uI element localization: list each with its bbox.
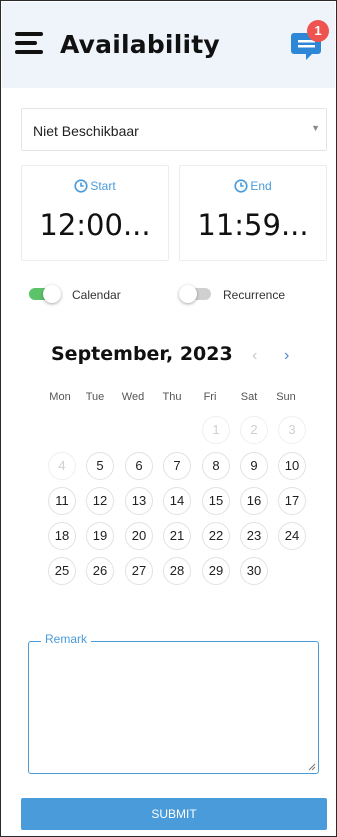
calendar-day[interactable]: 20 <box>125 522 153 550</box>
end-time-card[interactable]: End 11:59... <box>179 165 327 261</box>
calendar-day[interactable]: 21 <box>163 522 191 550</box>
calendar-day[interactable]: 24 <box>278 522 306 550</box>
calendar-day[interactable]: 7 <box>163 452 191 480</box>
weekday-header: Tue <box>85 391 105 403</box>
weekday-header: Sat <box>240 391 258 403</box>
clock-icon <box>234 179 248 193</box>
calendar-month-title: September, 2023 <box>51 343 233 365</box>
calendar-day[interactable]: 25 <box>48 557 76 585</box>
calendar-day[interactable]: 8 <box>202 452 230 480</box>
calendar-day[interactable]: 12 <box>86 487 114 515</box>
clock-icon <box>74 179 88 193</box>
recurrence-toggle[interactable] <box>179 285 211 303</box>
calendar-day[interactable]: 6 <box>125 452 153 480</box>
calendar-toggle[interactable] <box>29 285 61 303</box>
calendar-day[interactable]: 15 <box>202 487 230 515</box>
end-label-row: End <box>180 179 326 193</box>
start-label-row: Start <box>22 179 168 193</box>
start-time-card[interactable]: Start 12:00... <box>21 165 169 261</box>
app-header: Availability <box>2 2 335 88</box>
end-time-value: 11:59... <box>197 208 309 242</box>
weekday-header: Sun <box>276 391 296 403</box>
calendar-day[interactable]: 14 <box>163 487 191 515</box>
calendar-day[interactable]: 28 <box>163 557 191 585</box>
start-label: Start <box>90 179 116 193</box>
calendar-day[interactable]: 30 <box>240 557 268 585</box>
calendar-toggle-label: Calendar <box>72 288 121 302</box>
calendar-day[interactable]: 18 <box>48 522 76 550</box>
calendar-day: 1 <box>202 416 230 444</box>
next-month-icon[interactable]: › <box>284 347 289 365</box>
calendar-day[interactable]: 29 <box>202 557 230 585</box>
previous-month-icon[interactable]: ‹ <box>252 347 257 365</box>
toggle-knob <box>179 285 197 303</box>
calendar-day[interactable]: 19 <box>86 522 114 550</box>
resize-grip-icon[interactable] <box>306 761 316 771</box>
toggle-knob <box>43 285 61 303</box>
app-frame: Availability 1 Niet Beschikbaar ▼ Start … <box>0 0 337 837</box>
weekday-header: Mon <box>49 391 71 403</box>
calendar-day[interactable]: 13 <box>125 487 153 515</box>
calendar-day[interactable]: 9 <box>240 452 268 480</box>
calendar-day[interactable]: 11 <box>48 487 76 515</box>
weekday-header: Thu <box>162 391 182 403</box>
recurrence-toggle-label: Recurrence <box>223 288 286 302</box>
weekday-header: Fri <box>203 391 217 403</box>
calendar-day[interactable]: 26 <box>86 557 114 585</box>
calendar-day: 4 <box>48 452 76 480</box>
end-label: End <box>250 179 272 193</box>
calendar-day[interactable]: 22 <box>202 522 230 550</box>
remark-textarea[interactable] <box>28 641 319 774</box>
calendar-day: 2 <box>240 416 268 444</box>
chevron-down-icon: ▼ <box>311 123 320 133</box>
remark-label: Remark <box>41 632 92 646</box>
calendar-day[interactable]: 27 <box>125 557 153 585</box>
notification-badge: 1 <box>307 20 329 42</box>
calendar-day[interactable]: 16 <box>240 487 268 515</box>
calendar-day[interactable]: 10 <box>278 452 306 480</box>
status-select-value: Niet Beschikbaar <box>33 123 139 139</box>
calendar-day: 3 <box>278 416 306 444</box>
calendar-day[interactable]: 17 <box>278 487 306 515</box>
calendar-day[interactable]: 23 <box>240 522 268 550</box>
weekday-header: Wed <box>121 391 145 403</box>
submit-button[interactable]: SUBMIT <box>21 798 327 830</box>
page-title: Availability <box>60 30 220 59</box>
start-time-value: 12:00... <box>39 208 151 242</box>
status-select[interactable]: Niet Beschikbaar ▼ <box>21 108 327 151</box>
menu-icon[interactable] <box>15 32 45 54</box>
calendar-day[interactable]: 5 <box>86 452 114 480</box>
